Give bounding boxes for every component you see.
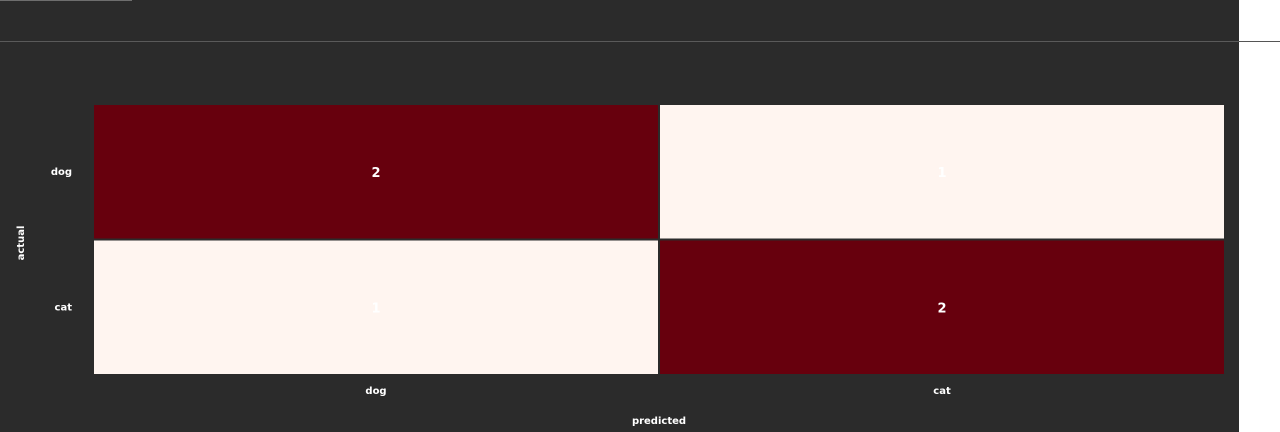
x-tick-labels: dog cat	[365, 386, 951, 397]
chart-panel: 2 1 1 2 dog cat dog cat predicted actual	[0, 0, 1239, 432]
x-tick-cat: cat	[933, 386, 951, 397]
outer-divider	[1239, 41, 1280, 42]
page: 2 1 1 2 dog cat dog cat predicted actual	[0, 0, 1280, 432]
y-axis-label: actual	[16, 226, 27, 261]
x-axis-label: predicted	[632, 416, 686, 427]
cell-value-dog-cat: 1	[937, 166, 946, 181]
y-tick-cat: cat	[55, 302, 73, 313]
cell-value-cat-dog: 1	[371, 301, 380, 316]
y-tick-dog: dog	[51, 167, 72, 178]
confusion-matrix-heatmap: 2 1 1 2 dog cat dog cat predicted actual	[16, 105, 1224, 427]
heatmap-cells	[94, 105, 1224, 374]
cell-value-dog-dog: 2	[371, 166, 380, 181]
y-tick-labels: dog cat	[51, 167, 72, 314]
x-tick-dog: dog	[365, 386, 386, 397]
cell-value-cat-cat: 2	[937, 301, 946, 316]
